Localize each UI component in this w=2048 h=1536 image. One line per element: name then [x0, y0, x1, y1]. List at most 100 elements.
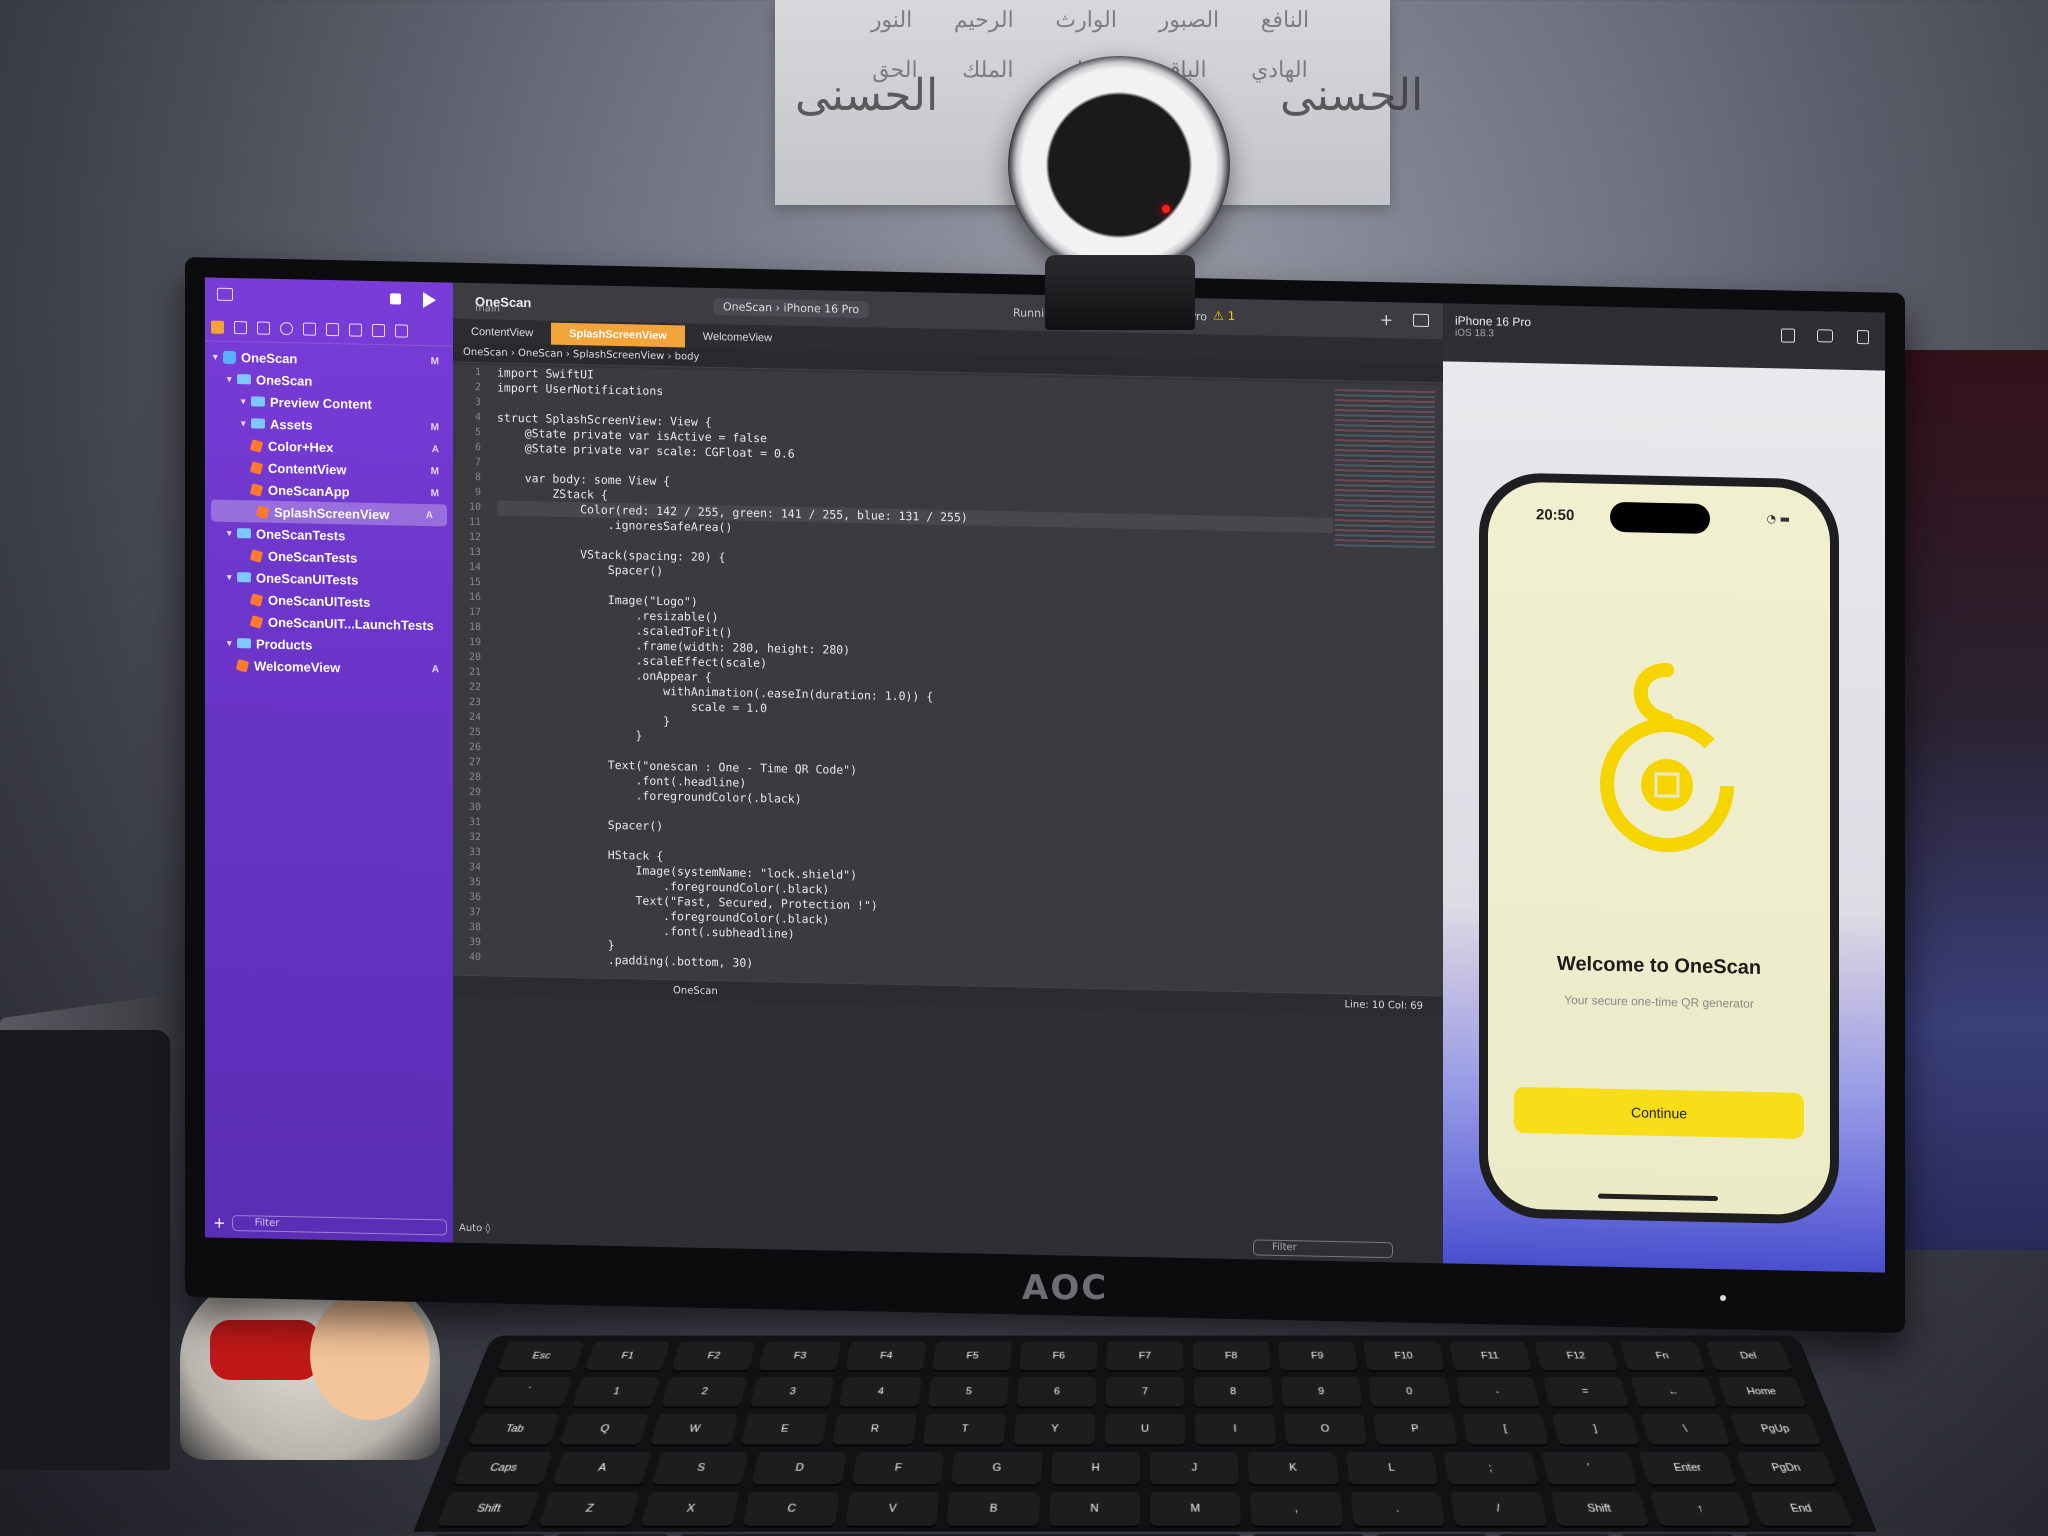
keyboard-key[interactable]: ↑: [1650, 1491, 1752, 1526]
home-indicator[interactable]: [1598, 1193, 1718, 1202]
keyboard-key[interactable]: F9: [1277, 1341, 1358, 1371]
keyboard-key[interactable]: Q: [559, 1413, 650, 1445]
keyboard-key[interactable]: Fn: [1619, 1341, 1706, 1371]
keyboard-key[interactable]: -: [1455, 1376, 1540, 1407]
run-icon[interactable]: [423, 291, 436, 309]
keyboard-key[interactable]: PgUp: [1730, 1413, 1822, 1445]
keyboard-key[interactable]: F: [851, 1451, 945, 1485]
console-filter-input[interactable]: Filter: [1253, 1239, 1393, 1259]
keyboard-key[interactable]: Shift: [436, 1491, 540, 1526]
keyboard-key[interactable]: Esc: [497, 1341, 585, 1371]
keyboard-key[interactable]: [: [1462, 1413, 1549, 1445]
keyboard-key[interactable]: L: [1345, 1451, 1439, 1485]
keyboard-key[interactable]: PgDn: [1736, 1451, 1837, 1485]
keyboard-key[interactable]: \: [1640, 1413, 1731, 1445]
bookmark-icon[interactable]: [257, 321, 270, 335]
keyboard-key[interactable]: U: [1104, 1413, 1186, 1445]
keyboard-key[interactable]: O: [1283, 1413, 1368, 1445]
keyboard-key[interactable]: S: [652, 1451, 749, 1485]
keyboard-key[interactable]: ;: [1443, 1451, 1539, 1485]
keyboard-key[interactable]: T: [922, 1413, 1007, 1445]
navigator-item[interactable]: WelcomeView A: [205, 653, 453, 680]
keyboard-key[interactable]: F4: [845, 1341, 927, 1371]
keyboard-key[interactable]: Del: [1705, 1341, 1793, 1371]
screenshot-icon[interactable]: [1817, 329, 1833, 343]
keyboard-key[interactable]: F11: [1448, 1341, 1532, 1371]
keyboard-key[interactable]: Tab: [468, 1413, 560, 1445]
keyboard-key[interactable]: `: [483, 1376, 573, 1407]
search-icon[interactable]: [280, 321, 293, 336]
keyboard-key[interactable]: 4: [838, 1376, 922, 1407]
stop-icon[interactable]: [390, 293, 401, 305]
keyboard-key[interactable]: ←: [1630, 1376, 1718, 1407]
keyboard-key[interactable]: Home: [1717, 1376, 1807, 1407]
keyboard-key[interactable]: M: [1150, 1491, 1242, 1526]
console-auto-selector[interactable]: Auto ◊: [459, 1223, 490, 1235]
keyboard-key[interactable]: =: [1542, 1376, 1629, 1407]
add-icon[interactable]: +: [213, 1214, 226, 1232]
editor-tab[interactable]: SplashScreenView: [551, 322, 685, 348]
keyboard-key[interactable]: Enter: [1638, 1451, 1738, 1485]
keyboard-key[interactable]: J: [1150, 1451, 1240, 1485]
keyboard-key[interactable]: 2: [661, 1376, 748, 1407]
debug-target[interactable]: OneScan: [673, 985, 718, 997]
keyboard-key[interactable]: F12: [1534, 1341, 1619, 1371]
chevron-down-icon[interactable]: ▾: [241, 418, 251, 429]
keyboard-key[interactable]: Y: [1013, 1413, 1096, 1445]
sidebar-toggle-icon[interactable]: [217, 287, 233, 301]
home-icon[interactable]: [1781, 328, 1795, 343]
keyboard-key[interactable]: K: [1247, 1451, 1339, 1485]
chevron-down-icon[interactable]: ▾: [227, 571, 237, 582]
code-editor[interactable]: 1 2 3 4 5 6 7 8 9 10 11 12 13 14 15 16 17 18 19 20 21 22 23 24 2…: [453, 364, 1443, 996]
continue-button[interactable]: Continue: [1514, 1086, 1804, 1139]
keyboard-key[interactable]: ': [1541, 1451, 1638, 1485]
chevron-down-icon[interactable]: ▾: [227, 637, 237, 648]
keyboard-key[interactable]: 9: [1280, 1376, 1363, 1407]
keyboard-key[interactable]: 8: [1193, 1376, 1274, 1407]
chevron-down-icon[interactable]: ▾: [227, 527, 237, 538]
test-icon[interactable]: [326, 322, 339, 337]
keyboard-key[interactable]: P: [1373, 1413, 1458, 1445]
keyboard-key[interactable]: ,: [1250, 1491, 1344, 1526]
keyboard-key[interactable]: .: [1350, 1491, 1446, 1526]
keyboard-key[interactable]: W: [650, 1413, 739, 1445]
source-code[interactable]: import SwiftUI import UserNotifications st…: [497, 366, 1333, 984]
keyboard-key[interactable]: End: [1750, 1491, 1854, 1526]
keyboard-key[interactable]: 1: [572, 1376, 660, 1407]
keyboard-key[interactable]: Caps: [453, 1451, 554, 1485]
keyboard-key[interactable]: F8: [1192, 1341, 1271, 1371]
breakpoint-icon[interactable]: [372, 323, 385, 338]
keyboard-key[interactable]: 6: [1016, 1376, 1097, 1407]
keyboard-key[interactable]: C: [742, 1491, 840, 1526]
editor-tab[interactable]: WelcomeView: [685, 325, 790, 349]
debug-icon[interactable]: [349, 323, 362, 337]
keyboard-key[interactable]: X: [640, 1491, 740, 1526]
chevron-down-icon[interactable]: ▾: [227, 373, 237, 384]
keyboard-key[interactable]: 7: [1105, 1376, 1185, 1407]
keyboard-key[interactable]: D: [751, 1451, 847, 1485]
keyboard-key[interactable]: Z: [538, 1491, 640, 1526]
report-icon[interactable]: [395, 324, 408, 338]
keyboard-key[interactable]: I: [1194, 1413, 1277, 1445]
chevron-down-icon[interactable]: ▾: [241, 396, 251, 407]
add-tab-icon[interactable]: +: [1380, 310, 1393, 329]
scheme-selector[interactable]: OneScan › iPhone 16 Pro: [713, 298, 870, 319]
keyboard-key[interactable]: F10: [1363, 1341, 1445, 1371]
keyboard-key[interactable]: F7: [1106, 1341, 1184, 1371]
source-control-icon[interactable]: [234, 321, 247, 335]
keyboard-key[interactable]: E: [741, 1413, 828, 1445]
keyboard-key[interactable]: F2: [671, 1341, 756, 1371]
rotate-icon[interactable]: [1857, 330, 1869, 345]
keyboard-key[interactable]: F5: [932, 1341, 1013, 1371]
keyboard-key[interactable]: N: [1048, 1491, 1140, 1526]
navigator-filter-input[interactable]: Filter: [231, 1214, 447, 1236]
issue-icon[interactable]: [303, 322, 316, 336]
editor-tab[interactable]: ContentView: [453, 321, 551, 345]
keyboard-key[interactable]: F3: [758, 1341, 842, 1371]
keyboard-key[interactable]: B: [946, 1491, 1040, 1526]
folder-nav-icon[interactable]: [211, 320, 224, 334]
chevron-down-icon[interactable]: ▾: [213, 351, 223, 362]
keyboard-key[interactable]: G: [950, 1451, 1043, 1485]
keyboard-key[interactable]: 5: [927, 1376, 1010, 1407]
keyboard-key[interactable]: A: [552, 1451, 652, 1485]
